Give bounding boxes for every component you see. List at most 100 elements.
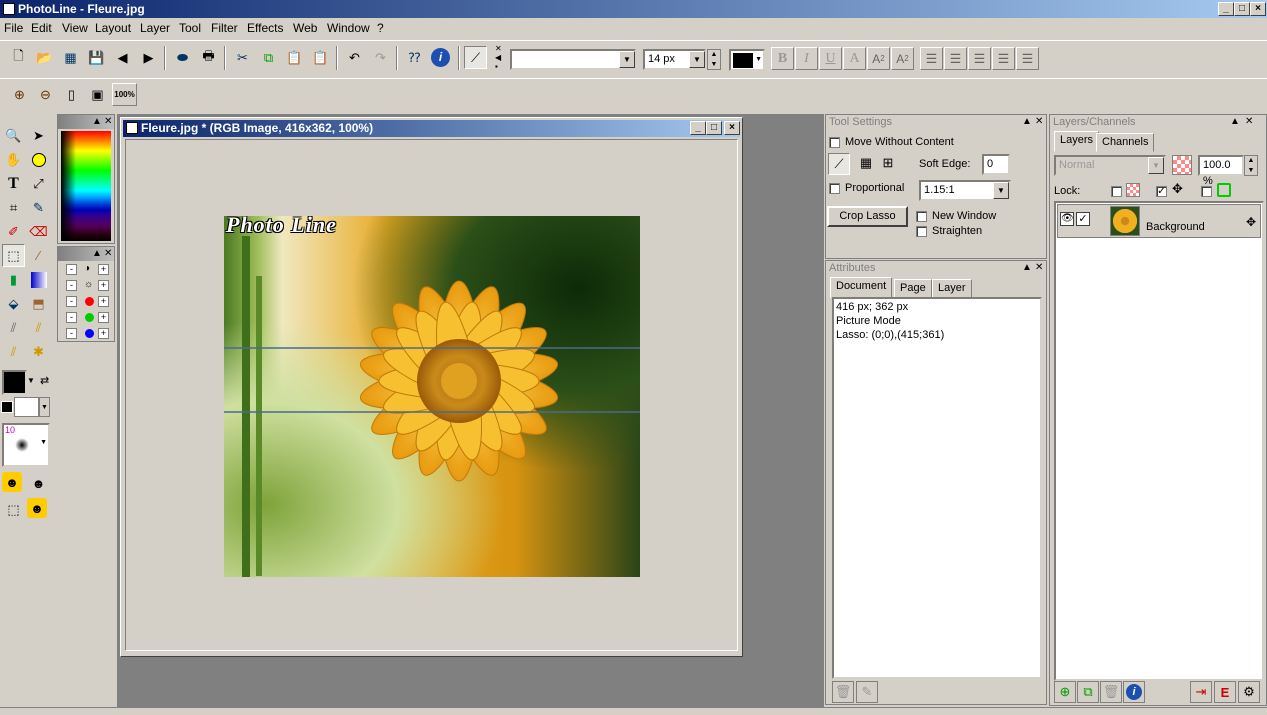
lock-transparency-checkbox[interactable] bbox=[1111, 186, 1122, 197]
menu-effects[interactable]: Effects bbox=[247, 21, 283, 35]
crop-tool-icon[interactable]: ⌗ bbox=[2, 196, 25, 219]
magic-wand-icon[interactable]: ⁄ bbox=[27, 244, 50, 267]
blue-plus[interactable]: + bbox=[98, 328, 109, 339]
menu-window[interactable]: Window bbox=[327, 21, 370, 35]
sharpen-tool-icon[interactable]: ⫽ bbox=[27, 316, 50, 339]
visibility-eye-icon[interactable]: 👁 bbox=[1060, 212, 1074, 226]
justify-all-icon[interactable]: ☰ bbox=[1016, 47, 1039, 70]
context-help-icon[interactable]: ⁇ bbox=[403, 46, 426, 69]
lasso-select-icon[interactable]: ⬚ bbox=[2, 244, 25, 267]
paste-icon[interactable]: 📋 bbox=[283, 46, 306, 69]
mask-edit-icon[interactable]: ☻ bbox=[27, 472, 50, 495]
bold-button[interactable]: B bbox=[771, 47, 794, 70]
contrast-minus[interactable]: - bbox=[66, 264, 77, 275]
menu-web[interactable]: Web bbox=[293, 21, 317, 35]
color-panel-collapse-icon[interactable]: ▲ bbox=[92, 115, 102, 129]
blue-minus[interactable]: - bbox=[66, 328, 77, 339]
fit-page-icon[interactable]: ▯ bbox=[60, 83, 83, 106]
adjust-panel-collapse-icon[interactable]: ▲ bbox=[92, 247, 102, 261]
undo-icon[interactable]: ↶ bbox=[343, 46, 366, 69]
lock-position-checkbox[interactable]: ✓ bbox=[1156, 186, 1167, 197]
tab-page[interactable]: Page bbox=[894, 279, 932, 298]
align-left-icon[interactable]: ☰ bbox=[920, 47, 943, 70]
cut-icon[interactable]: ✂ bbox=[231, 46, 254, 69]
adjust-panel-close-icon[interactable]: ✕ bbox=[104, 247, 112, 261]
menu-help[interactable]: ? bbox=[377, 21, 384, 35]
font-size-dropdown[interactable]: ▼ bbox=[689, 51, 705, 68]
swap-colors-icon[interactable]: ⇄ bbox=[40, 374, 49, 387]
doc-minimize-button[interactable]: _ bbox=[690, 121, 706, 135]
new-file-icon[interactable]: 🗋 bbox=[7, 46, 30, 69]
lock-mask-checkbox[interactable] bbox=[1201, 186, 1212, 197]
background-dropdown-icon[interactable]: ▼ bbox=[39, 397, 50, 417]
background-color-swatch[interactable] bbox=[14, 397, 39, 417]
menu-layout[interactable]: Layout bbox=[95, 21, 131, 35]
tool-settings-close-icon[interactable]: ✕ bbox=[1035, 115, 1043, 129]
minimize-button[interactable]: _ bbox=[1218, 2, 1234, 16]
zoom-in-icon[interactable]: ⊕ bbox=[8, 83, 31, 106]
copy-icon[interactable]: ⧉ bbox=[257, 46, 280, 69]
move-without-content-checkbox[interactable] bbox=[829, 137, 840, 148]
attr-edit-icon[interactable]: ✎ bbox=[856, 681, 878, 703]
hand-tool-icon[interactable]: ✋ bbox=[2, 148, 25, 171]
attributes-collapse-icon[interactable]: ▲ bbox=[1022, 261, 1032, 275]
close-button[interactable]: × bbox=[1250, 2, 1266, 16]
brush-tool-icon[interactable]: ✐ bbox=[2, 220, 25, 243]
attributes-close-icon[interactable]: ✕ bbox=[1035, 261, 1043, 275]
line-mode-icon[interactable]: ⟋ bbox=[828, 153, 850, 175]
color-panel-close-icon[interactable]: ✕ bbox=[104, 115, 112, 129]
contrast-plus[interactable]: + bbox=[98, 264, 109, 275]
menu-file[interactable]: File bbox=[4, 21, 23, 35]
layers-collapse-icon[interactable]: ▲ bbox=[1230, 115, 1240, 129]
superscript-button[interactable]: A2 bbox=[891, 47, 914, 70]
opacity-input[interactable]: 100.0 % bbox=[1198, 155, 1244, 187]
doc-close-button[interactable]: × bbox=[724, 121, 740, 135]
ratio-dropdown[interactable]: ▼ bbox=[993, 182, 1009, 199]
grid-bold-mode-icon[interactable]: ⊞ bbox=[878, 153, 898, 173]
zoom-100-button[interactable]: 100% bbox=[112, 83, 137, 106]
menu-filter[interactable]: Filter bbox=[211, 21, 238, 35]
previous-icon[interactable]: ◀ bbox=[111, 46, 134, 69]
mask-select-icon[interactable]: ⬚ bbox=[2, 498, 25, 521]
grid-mode-icon[interactable]: ▦ bbox=[856, 153, 876, 173]
outline-button[interactable]: A bbox=[843, 47, 866, 70]
green-minus[interactable]: - bbox=[66, 312, 77, 323]
smudge-tool-icon[interactable]: ⫽ bbox=[2, 316, 25, 339]
effects-layer-icon[interactable]: E bbox=[1214, 681, 1236, 703]
new-window-checkbox[interactable] bbox=[916, 211, 927, 222]
green-plus[interactable]: + bbox=[98, 312, 109, 323]
menu-layer[interactable]: Layer bbox=[140, 21, 170, 35]
line-tool-icon[interactable]: ⟋ bbox=[464, 46, 487, 69]
text-color-swatch[interactable]: ▼ bbox=[729, 49, 765, 71]
new-layer-icon[interactable]: ⊕ bbox=[1054, 681, 1076, 703]
paint-bucket-icon[interactable]: ⬙ bbox=[2, 292, 25, 315]
layer-active-check-icon[interactable]: ✓ bbox=[1076, 212, 1090, 226]
zoom-out-icon[interactable]: ⊖ bbox=[34, 83, 57, 106]
align-center-icon[interactable]: ☰ bbox=[944, 47, 967, 70]
stamp-tool-icon[interactable]: ⬒ bbox=[27, 292, 50, 315]
doc-maximize-button[interactable]: □ bbox=[706, 121, 722, 135]
opacity-spinner[interactable]: ▲ ▼ bbox=[1244, 155, 1258, 176]
tool-settings-collapse-icon[interactable]: ▲ bbox=[1022, 115, 1032, 129]
dodge-tool-icon[interactable]: ⫽ bbox=[2, 340, 25, 363]
menu-edit[interactable]: Edit bbox=[31, 21, 52, 35]
scan-icon[interactable]: ⬬ bbox=[171, 46, 194, 69]
layers-close-icon[interactable]: ✕ bbox=[1245, 115, 1253, 129]
red-plus[interactable]: + bbox=[98, 296, 109, 307]
select-arrow-icon[interactable]: ➤ bbox=[27, 124, 50, 147]
justify-icon[interactable]: ☰ bbox=[992, 47, 1015, 70]
mask-view-icon[interactable]: ☻ bbox=[27, 498, 47, 518]
font-name-select[interactable] bbox=[510, 49, 636, 70]
brightness-minus[interactable]: - bbox=[66, 280, 77, 291]
gradient-tool-icon[interactable] bbox=[27, 268, 50, 291]
straighten-checkbox[interactable] bbox=[916, 226, 927, 237]
duplicate-layer-icon[interactable]: ⧉ bbox=[1077, 681, 1099, 703]
layer-item-background[interactable]: 👁 ✓ Background ✥ bbox=[1057, 204, 1261, 238]
subscript-button[interactable]: A2 bbox=[867, 47, 890, 70]
paste-new-icon[interactable]: 📋 bbox=[309, 46, 332, 69]
tab-layers[interactable]: Layers bbox=[1054, 131, 1100, 152]
burn-tool-icon[interactable]: ✱ bbox=[27, 340, 50, 363]
layer-settings-icon[interactable]: ⚙ bbox=[1238, 681, 1260, 703]
ellipse-tool-icon[interactable] bbox=[27, 148, 50, 171]
mask-mode-icon[interactable]: ☻ bbox=[2, 472, 22, 492]
